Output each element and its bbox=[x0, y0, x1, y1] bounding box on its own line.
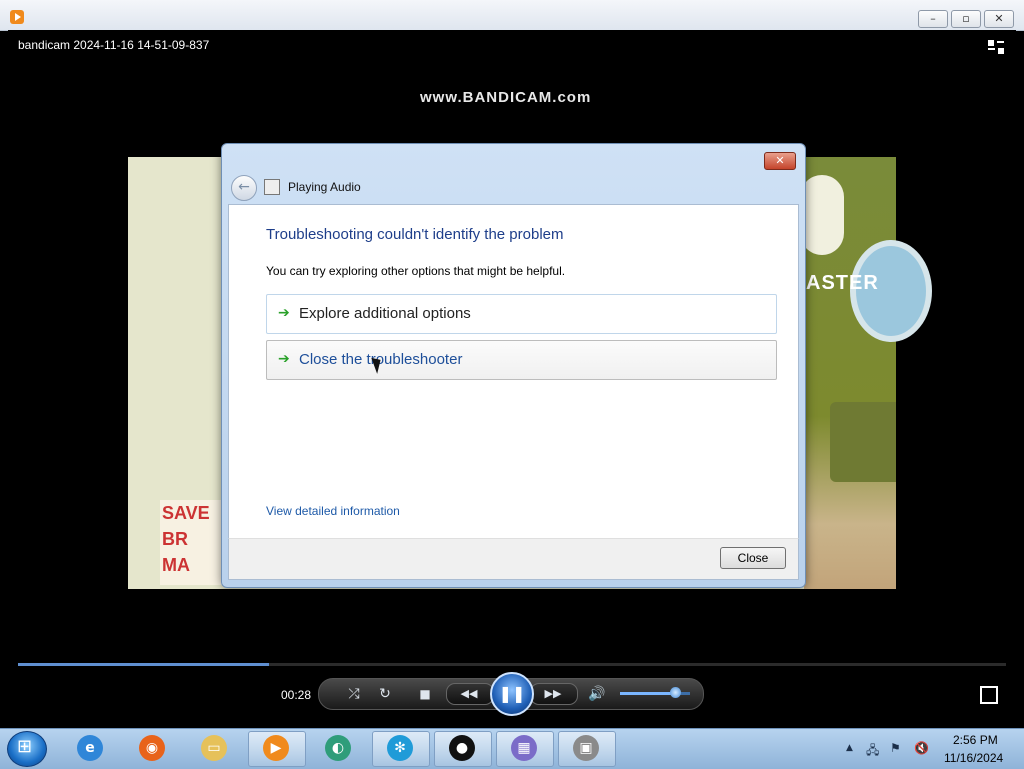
switch-view-icon[interactable] bbox=[988, 39, 1004, 54]
network-icon[interactable]: 🖧 bbox=[866, 741, 879, 762]
video-logo: SAVE BR MA bbox=[160, 500, 222, 585]
video-gear-shape bbox=[800, 175, 844, 255]
movie-maker-icon: ▦ bbox=[511, 735, 537, 761]
bandicam-watermark: www.BANDICAM.com bbox=[420, 89, 592, 106]
media-player-icon: ▶ bbox=[263, 735, 289, 761]
user-assist-icon: ✻ bbox=[387, 735, 413, 761]
volume-icon[interactable]: 🔊 bbox=[586, 685, 608, 703]
stop-icon[interactable]: ■ bbox=[414, 685, 436, 703]
maximize-button[interactable]: ▫ bbox=[951, 10, 981, 28]
fullscreen-icon[interactable] bbox=[980, 686, 998, 704]
firefox-icon: ◉ bbox=[139, 735, 165, 761]
rewind-icon[interactable]: ◀◀ bbox=[452, 685, 486, 703]
dialog-footer bbox=[228, 538, 799, 580]
file-title: bandicam 2024-11-16 14-51-09-837 bbox=[18, 38, 210, 52]
pause-button[interactable]: ❚❚ bbox=[490, 672, 534, 716]
show-hidden-icons[interactable]: ▲ bbox=[846, 743, 853, 753]
explore-options-link[interactable]: ➔ Explore additional options bbox=[266, 294, 777, 334]
window-titlebar bbox=[0, 0, 1024, 31]
view-details-link[interactable]: View detailed information bbox=[266, 504, 400, 518]
shuffle-icon[interactable]: ⤮ bbox=[343, 685, 365, 703]
switch-view-icon-svg bbox=[988, 40, 1004, 54]
dialog-close-x-button[interactable]: ✕ bbox=[764, 152, 796, 170]
arrow-icon: ➔ bbox=[278, 351, 290, 367]
internet-explorer-icon: e bbox=[77, 735, 103, 761]
option-label: Explore additional options bbox=[299, 305, 471, 322]
arrow-icon: ➔ bbox=[278, 305, 290, 321]
seek-bar-progress bbox=[18, 663, 269, 666]
record-icon: ● bbox=[449, 735, 475, 761]
troubleshooter-icon bbox=[264, 179, 280, 195]
close-button[interactable]: Close bbox=[720, 547, 786, 569]
file-explorer-icon: ▭ bbox=[201, 735, 227, 761]
elapsed-time: 00:28 bbox=[281, 688, 312, 702]
troubleshooter-icon: ▣ bbox=[573, 735, 599, 761]
dialog-title: Playing Audio bbox=[288, 180, 361, 194]
action-center-flag-icon[interactable]: ⚑ bbox=[890, 741, 901, 755]
repeat-icon[interactable]: ↻ bbox=[374, 685, 396, 703]
volume-muted-icon[interactable]: 🔇 bbox=[914, 741, 929, 755]
minimize-button[interactable]: – bbox=[918, 10, 948, 28]
video-panel-shape bbox=[830, 402, 896, 482]
close-window-button[interactable]: ✕ bbox=[984, 10, 1014, 28]
dialog-heading: Troubleshooting couldn't identify the pr… bbox=[266, 226, 564, 243]
volume-slider-thumb[interactable] bbox=[670, 687, 681, 698]
volume-level bbox=[620, 692, 676, 695]
clock-time[interactable]: 2:56 PM bbox=[953, 733, 998, 747]
start-button[interactable] bbox=[7, 731, 47, 767]
fast-forward-icon[interactable]: ▶▶ bbox=[536, 685, 570, 703]
dialog-subtext: You can try exploring other options that… bbox=[266, 264, 566, 278]
media-player-icon bbox=[10, 10, 24, 24]
video-scene-text: ASTER bbox=[806, 272, 879, 294]
clock-date[interactable]: 11/16/2024 bbox=[944, 751, 1003, 765]
close-troubleshooter-link[interactable]: ➔ Close the troubleshooter bbox=[266, 340, 777, 380]
bandicam-pip-icon: ◐ bbox=[325, 735, 351, 761]
back-button[interactable]: ← bbox=[231, 175, 257, 201]
seek-bar[interactable] bbox=[18, 663, 1006, 666]
